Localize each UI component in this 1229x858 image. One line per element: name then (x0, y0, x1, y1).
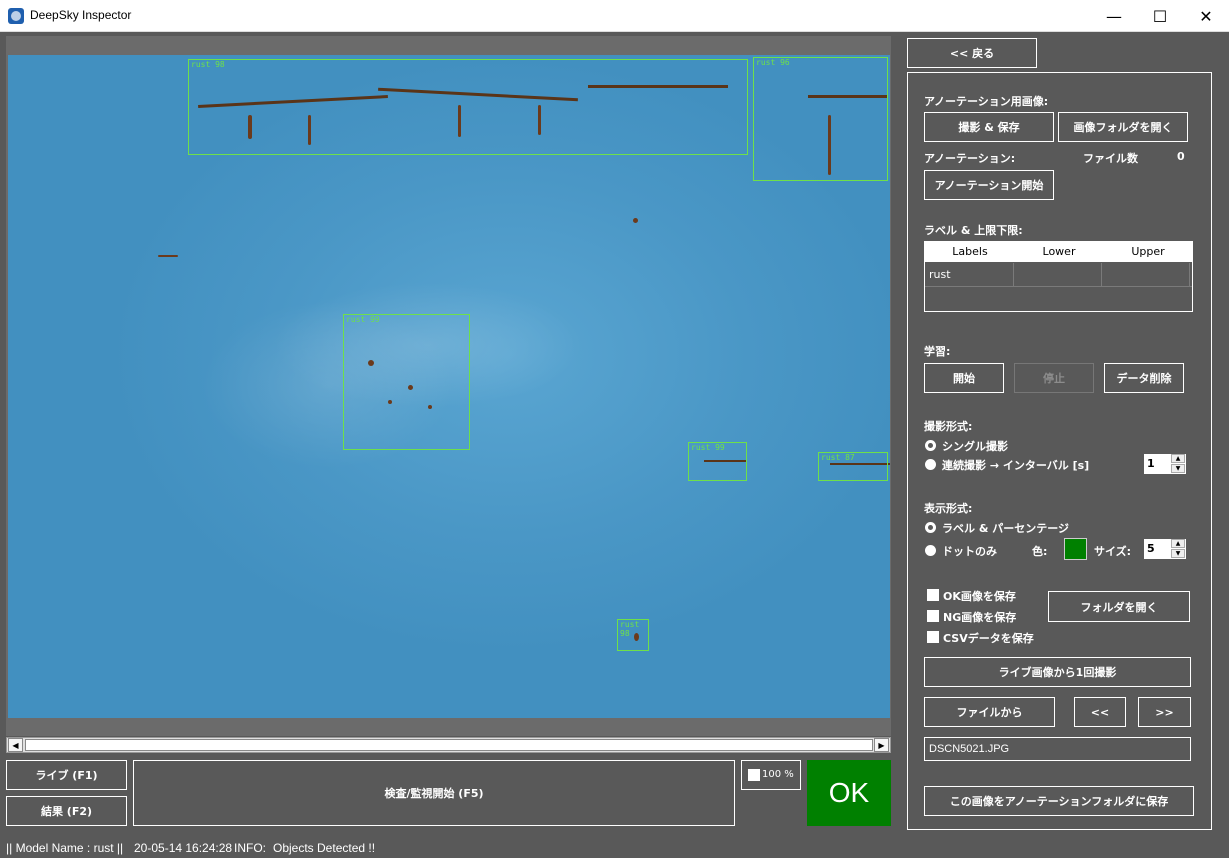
annotation-image-label: アノーテーション用画像: (924, 95, 1049, 108)
detection-box: rust 96 (753, 57, 888, 181)
zoom-label: 100 % (762, 769, 794, 780)
start-inspection-button[interactable]: 検査/監視開始 (F5) (133, 760, 735, 826)
dot-only-radio[interactable] (925, 545, 936, 556)
capture-mode-label: 撮影形式: (924, 420, 973, 433)
scroll-left-icon[interactable]: ◀ (8, 738, 23, 752)
save-ok-label: OK画像を保存 (943, 590, 1016, 603)
column-header: Upper (1131, 245, 1165, 258)
from-file-button[interactable]: ファイルから (924, 697, 1055, 727)
inspection-image: rust 98 rust 96 rust 99 rust 99 rust 87 … (8, 55, 890, 718)
learn-start-button[interactable]: 開始 (924, 363, 1004, 393)
minimize-button[interactable]: — (1091, 0, 1137, 32)
status-info-text: Objects Detected !! (273, 841, 376, 855)
detection-box: rust 99 (688, 442, 747, 481)
delete-data-button[interactable]: データ削除 (1104, 363, 1184, 393)
window-title: DeepSky Inspector (30, 8, 132, 22)
title-bar: DeepSky Inspector — ☐ ✕ (0, 0, 1229, 32)
scroll-right-icon[interactable]: ▶ (874, 738, 889, 752)
detection-label: rust 87 (821, 453, 855, 462)
label-percentage-radio[interactable] (925, 522, 936, 533)
table-header: Labels Lower Upper (925, 242, 1192, 262)
live-button[interactable]: ライブ (F1) (6, 760, 127, 790)
detection-box: rust 98 (188, 59, 748, 155)
next-image-button[interactable]: >> (1138, 697, 1191, 727)
column-header: Labels (952, 245, 988, 258)
dot-color-swatch[interactable] (1064, 538, 1087, 560)
back-button[interactable]: << 戻る (907, 38, 1037, 68)
save-to-annotation-folder-button[interactable]: この画像をアノーテーションフォルダに保存 (924, 786, 1194, 816)
horizontal-scrollbar[interactable]: ◀ ▶ (6, 737, 891, 753)
prev-image-button[interactable]: << (1074, 697, 1126, 727)
label-percentage-label: ラベル & パーセンテージ (942, 522, 1070, 535)
file-count-value: 0 (1177, 150, 1185, 163)
capture-once-button[interactable]: ライブ画像から1回撮影 (924, 657, 1191, 687)
zoom-control: 100 % (741, 760, 801, 790)
status-timestamp: 20-05-14 16:24:28 (134, 841, 233, 855)
interval-value[interactable]: 1 (1147, 457, 1155, 470)
close-button[interactable]: ✕ (1183, 0, 1229, 32)
capture-save-button[interactable]: 撮影 & 保存 (924, 112, 1054, 142)
detection-box: rust 98 (617, 619, 649, 651)
save-ng-checkbox[interactable] (927, 610, 939, 622)
size-stepper[interactable]: 5 ▲ ▼ (1144, 539, 1186, 559)
annotation-label: アノーテーション: (924, 152, 1016, 165)
result-indicator: OK (807, 760, 891, 826)
open-folder-button[interactable]: フォルダを開く (1048, 591, 1190, 622)
continuous-capture-label: 連続撮影 → インターバル [s] (942, 459, 1090, 472)
save-ok-checkbox[interactable] (927, 589, 939, 601)
table-cell[interactable] (1102, 263, 1190, 287)
stepper-up-icon[interactable]: ▲ (1171, 454, 1185, 463)
detection-box: rust 87 (818, 452, 888, 481)
table-cell[interactable] (1014, 263, 1102, 287)
continuous-capture-radio[interactable] (925, 459, 936, 470)
detection-label: rust 98 (191, 60, 225, 69)
detection-label: rust 99 (691, 443, 725, 452)
detection-box: rust 99 (343, 314, 470, 450)
label-limits-label: ラベル & 上限下限: (924, 224, 1023, 237)
stepper-down-icon[interactable]: ▼ (1171, 549, 1185, 558)
save-ng-label: NG画像を保存 (943, 611, 1017, 624)
column-header: Lower (1042, 245, 1076, 258)
dot-only-label: ドットのみ (942, 545, 997, 558)
detection-label: rust 96 (756, 58, 790, 67)
detection-label: rust 99 (346, 315, 380, 324)
file-count-label: ファイル数 (1083, 152, 1138, 165)
save-csv-checkbox[interactable] (927, 631, 939, 643)
interval-stepper[interactable]: 1 ▲ ▼ (1144, 454, 1186, 474)
zoom-checkbox[interactable] (748, 769, 760, 781)
start-annotation-button[interactable]: アノーテーション開始 (924, 170, 1054, 200)
display-mode-label: 表示形式: (924, 502, 973, 515)
labels-table[interactable]: Labels Lower Upper rust (924, 241, 1193, 312)
table-row[interactable]: rust (925, 263, 1192, 287)
results-button[interactable]: 結果 (F2) (6, 796, 127, 826)
size-label: サイズ: (1094, 545, 1132, 558)
open-image-folder-button[interactable]: 画像フォルダを開く (1058, 112, 1188, 142)
learn-stop-button[interactable]: 停止 (1014, 363, 1094, 393)
table-cell[interactable]: rust (925, 263, 1014, 287)
app-icon (8, 8, 24, 24)
size-value[interactable]: 5 (1147, 542, 1155, 555)
single-capture-radio[interactable] (925, 440, 936, 451)
file-name-field[interactable]: DSCN5021.JPG (924, 737, 1191, 761)
status-info-label: INFO: (234, 841, 266, 855)
detection-label: rust 98 (620, 620, 640, 638)
learning-label: 学習: (924, 345, 951, 358)
scrollbar-thumb[interactable] (25, 739, 873, 751)
model-name: || Model Name : rust || (6, 841, 124, 855)
color-label: 色: (1032, 545, 1048, 558)
stepper-up-icon[interactable]: ▲ (1171, 539, 1185, 548)
stepper-down-icon[interactable]: ▼ (1171, 464, 1185, 473)
maximize-button[interactable]: ☐ (1137, 0, 1183, 32)
status-bar: || Model Name : rust || 20-05-14 16:24:2… (0, 838, 1229, 858)
save-csv-label: CSVデータを保存 (943, 632, 1034, 645)
single-capture-label: シングル撮影 (942, 440, 1008, 453)
